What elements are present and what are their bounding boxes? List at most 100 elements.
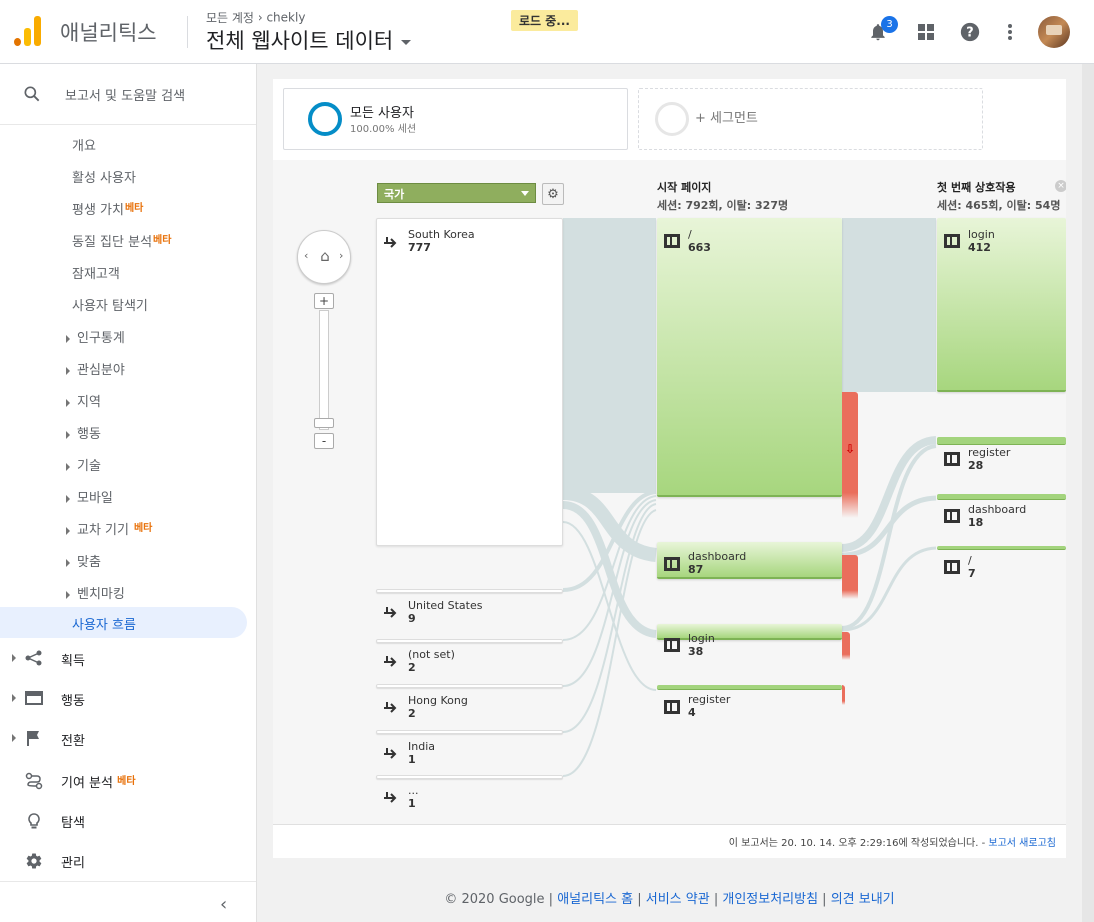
beta-badge: 베타 <box>124 203 144 214</box>
country-node[interactable] <box>376 589 563 593</box>
page-value: 663 <box>688 241 711 254</box>
zoom-slider-handle[interactable] <box>314 418 334 428</box>
behavior-icon <box>25 690 43 710</box>
sidebar-section-behavior[interactable]: 행동 <box>0 687 256 711</box>
country-node[interactable] <box>376 775 563 779</box>
footer-link-feedback[interactable]: 의견 보내기 <box>831 892 895 907</box>
footer-link-analytics-home[interactable]: 애널리틱스 홈 <box>557 892 633 907</box>
sidebar-section-discover[interactable]: 탐색 <box>0 809 256 833</box>
start-page-label: dashboard 87 <box>688 550 746 576</box>
scrollbar[interactable] <box>1082 64 1094 922</box>
nav-label: 행동 <box>77 427 101 442</box>
country-name: Hong Kong <box>408 694 468 707</box>
country-name: (not set) <box>408 648 455 661</box>
interaction-label: /7 <box>968 554 976 580</box>
sidebar-item-mobile[interactable]: 모바일 <box>66 487 113 506</box>
sidebar-item-active-users[interactable]: 활성 사용자 <box>72 167 136 186</box>
country-node[interactable] <box>376 684 563 688</box>
expand-arrow-icon <box>12 694 16 702</box>
refresh-report-link[interactable]: 보고서 새로고침 <box>988 838 1056 849</box>
home-icon[interactable]: ⌂ <box>315 247 335 265</box>
avatar[interactable] <box>1038 16 1070 48</box>
section-label: 탐색 <box>61 816 85 831</box>
page-icon <box>944 452 960 466</box>
help-button[interactable]: ? <box>958 20 982 44</box>
sidebar-item-behavior[interactable]: 행동 <box>66 423 101 442</box>
country-node[interactable] <box>376 218 563 546</box>
country-label: ... 1 <box>408 784 419 810</box>
sidebar-item-users-flow[interactable]: 사용자 흐름 <box>0 607 247 638</box>
search-bar[interactable]: 보고서 및 도움말 검색 <box>0 64 256 124</box>
apps-button[interactable] <box>914 20 938 44</box>
more-options-button[interactable] <box>998 20 1022 44</box>
country-node[interactable] <box>376 639 563 643</box>
country-label: South Korea 777 <box>408 228 475 254</box>
pan-home-control[interactable]: ‹ ⌂ › <box>297 230 351 284</box>
interaction-node[interactable] <box>937 494 1066 500</box>
sidebar-item-custom[interactable]: 맞춤 <box>66 551 101 570</box>
analytics-logo[interactable] <box>14 16 42 46</box>
sidebar-item-cross-device[interactable]: 교차 기기 베타 <box>66 519 152 538</box>
sidebar-item-benchmarking[interactable]: 벤치마킹 <box>66 583 125 602</box>
sidebar-item-audiences[interactable]: 잠재고객 <box>72 263 120 282</box>
page-value: 412 <box>968 241 991 254</box>
sidebar-item-geo[interactable]: 지역 <box>66 391 101 410</box>
dropoff-bar[interactable] <box>842 555 858 599</box>
add-segment-button[interactable]: + 세그먼트 <box>638 88 983 150</box>
expand-arrow-icon <box>12 734 16 742</box>
sidebar-item-lifetime-value[interactable]: 평생 가치베타 <box>72 199 143 218</box>
dimension-dropdown[interactable]: 국가 <box>377 183 536 203</box>
sidebar-section-attribution[interactable]: 기여 분석 베타 <box>0 769 256 793</box>
more-vert-icon <box>1008 24 1012 40</box>
sidebar-item-cohort-analysis[interactable]: 동질 집단 분석베타 <box>72 231 171 250</box>
interaction-node[interactable] <box>937 437 1066 445</box>
segment-all-users[interactable]: 모든 사용자 100.00% 세션 <box>283 88 628 150</box>
page-value: 4 <box>688 706 696 719</box>
sidebar-item-demographics[interactable]: 인구통계 <box>66 327 125 346</box>
page-value: 28 <box>968 459 984 472</box>
add-segment-label: + 세그먼트 <box>695 111 758 126</box>
country-value: 1 <box>408 753 416 766</box>
interaction-node[interactable] <box>937 546 1066 550</box>
start-page-node[interactable] <box>657 624 842 640</box>
country-label: (not set) 2 <box>408 648 455 674</box>
zoom-slider-track[interactable] <box>319 310 329 430</box>
start-page-node[interactable] <box>657 542 842 579</box>
sidebar-item-user-explorer[interactable]: 사용자 탐색기 <box>72 295 148 314</box>
nav-label: 지역 <box>77 395 101 410</box>
footer-link-terms[interactable]: 서비스 약관 <box>646 892 710 907</box>
dropoff-bar[interactable] <box>842 632 850 660</box>
lightbulb-icon <box>25 812 43 834</box>
chevron-left-icon: ‹ <box>220 894 228 915</box>
view-selector[interactable]: 전체 웹사이트 데이터 <box>206 25 412 55</box>
country-name: United States <box>408 599 483 612</box>
sidebar-section-admin[interactable]: 관리 <box>0 849 256 873</box>
dropoff-bar[interactable] <box>842 685 845 705</box>
sidebar-item-interests[interactable]: 관심분야 <box>66 359 125 378</box>
account-breadcrumb[interactable]: 모든 계정 › chekly <box>206 9 305 26</box>
collapse-sidebar-button[interactable]: ‹ <box>220 894 227 915</box>
expand-arrow-icon <box>66 558 70 567</box>
sidebar-section-acquisition[interactable]: 획득 <box>0 647 256 671</box>
sidebar-item-technology[interactable]: 기술 <box>66 455 101 474</box>
country-node[interactable] <box>376 730 563 734</box>
sidebar-section-conversions[interactable]: 전환 <box>0 727 256 751</box>
divider <box>0 881 256 882</box>
zoom-in-button[interactable]: + <box>314 293 334 309</box>
sidebar-item-overview[interactable]: 개요 <box>72 135 96 154</box>
column-title: 첫 번째 상호작용 <box>937 181 1016 194</box>
flow-settings-button[interactable]: ⚙ <box>542 183 564 205</box>
expand-arrow-icon <box>66 334 70 343</box>
close-column-button[interactable]: × <box>1055 180 1066 192</box>
zoom-out-button[interactable]: - <box>314 433 334 449</box>
footer-link-privacy[interactable]: 개인정보처리방침 <box>722 892 818 907</box>
help-icon: ? <box>960 22 980 42</box>
pan-right-icon[interactable]: › <box>339 249 343 262</box>
pan-left-icon[interactable]: ‹ <box>304 249 308 262</box>
attribution-icon <box>25 772 43 794</box>
start-page-node[interactable] <box>657 218 842 497</box>
start-page-node[interactable] <box>657 685 842 690</box>
page-icon <box>944 560 960 574</box>
section-label: 행동 <box>61 694 85 709</box>
country-value: 2 <box>408 707 416 720</box>
